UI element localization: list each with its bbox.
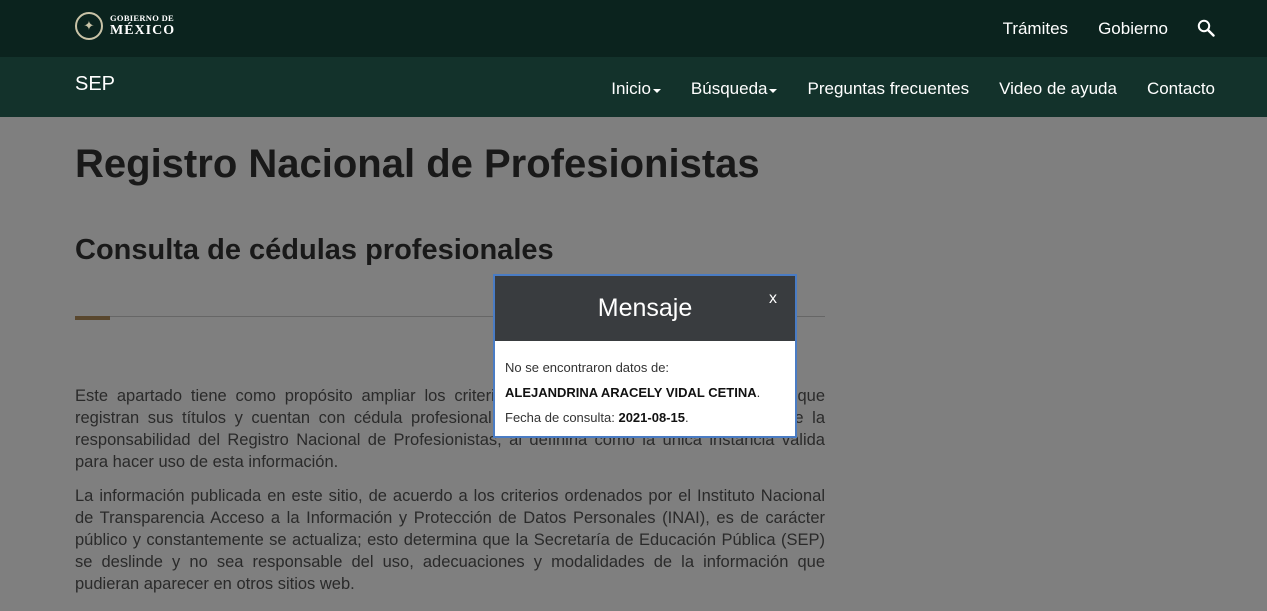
top-nav: Trámites Gobierno [973, 0, 1215, 57]
query-date-label: Fecha de consulta: [505, 410, 619, 425]
nav-busqueda-label: Búsqueda [690, 79, 768, 98]
nav-busqueda[interactable]: Búsqueda [691, 79, 778, 99]
nav-video-de-ayuda[interactable]: Video de ayuda [999, 79, 1117, 99]
eagle-seal-icon: ✦ [75, 12, 103, 40]
query-date-value: 2021-08-15 [618, 410, 685, 425]
caret-down-icon [769, 88, 778, 93]
top-nav-tramites[interactable]: Trámites [1003, 19, 1069, 39]
sep-brand[interactable]: SEP [75, 73, 115, 96]
logo-line-2: MÉXICO [110, 22, 176, 38]
modal-body: No se encontraron datos de: ALEJANDRINA … [505, 355, 790, 430]
no-results-message: No se encontraron datos de: [505, 360, 670, 375]
nav-contacto[interactable]: Contacto [1147, 79, 1215, 99]
logo-line-1: GOBIERNO DE [110, 13, 174, 24]
name-period: . [756, 385, 761, 400]
top-bar: ✦ GOBIERNO DE MÉXICO Trámites Gobierno [0, 0, 1267, 57]
searched-name: ALEJANDRINA ARACELY VIDAL CETINA [505, 385, 757, 400]
nav-preguntas-frecuentes[interactable]: Preguntas frecuentes [807, 79, 969, 99]
modal-header: Mensaje x [495, 276, 795, 341]
message-modal: Mensaje x No se encontraron datos de: AL… [493, 274, 797, 438]
main-nav: Inicio Búsqueda Preguntas frecuentes Vid… [581, 57, 1215, 121]
nav-inicio-label: Inicio [611, 79, 651, 98]
modal-title: Mensaje [597, 294, 693, 322]
search-icon[interactable] [1197, 19, 1215, 37]
nav-inicio[interactable]: Inicio [611, 79, 661, 99]
top-nav-gobierno[interactable]: Gobierno [1098, 19, 1168, 39]
gobierno-de-mexico-logo[interactable]: ✦ GOBIERNO DE MÉXICO [75, 11, 175, 41]
logo-text: GOBIERNO DE MÉXICO [110, 14, 175, 38]
main-nav-bar: SEP Inicio Búsqueda Preguntas frecuentes… [0, 57, 1267, 117]
caret-down-icon [652, 88, 661, 93]
modal-close-button[interactable]: x [769, 290, 777, 308]
query-date-line: Fecha de consulta: 2021-08-15. [505, 405, 790, 430]
date-period: . [684, 410, 689, 425]
searched-name-line: ALEJANDRINA ARACELY VIDAL CETINA. [505, 380, 790, 405]
